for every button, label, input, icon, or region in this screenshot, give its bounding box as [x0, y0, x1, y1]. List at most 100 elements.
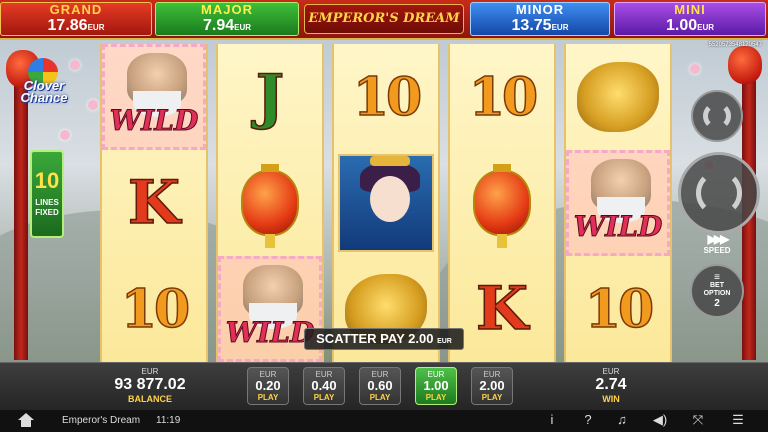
bet-option-value: 2 [714, 298, 720, 309]
spin-button[interactable] [678, 152, 760, 234]
lines-label: LINES FIXED [35, 198, 59, 217]
bet-action: PLAY [257, 393, 279, 402]
jackpot-mini-name: MINI [674, 2, 706, 17]
wild-label: WILD [109, 104, 199, 138]
music-icon[interactable]: ♫ [614, 412, 630, 428]
round-id: 5520573548170547 [708, 42, 762, 48]
reel-4: 10 K [448, 44, 556, 362]
bet-amount: 2.00 [479, 378, 505, 393]
status-clock: 11:19 [156, 415, 181, 426]
bet-action: PLAY [313, 393, 335, 402]
bet-button-3[interactable]: EUR 0.60 PLAY [359, 367, 401, 405]
symbol-geisha [334, 150, 438, 256]
scatter-label: SCATTER PAY [316, 331, 405, 346]
volume-icon[interactable]: ◀) [652, 412, 668, 428]
win-display: EUR 2.74 WIN [586, 367, 636, 404]
jackpot-grand-name: GRAND [49, 2, 103, 17]
jackpot-minor: MINOR 13.75EUR [470, 2, 610, 36]
jackpot-major-name: MAJOR [201, 2, 253, 17]
bet-button-1[interactable]: EUR 0.20 PLAY [247, 367, 289, 405]
wild-icon: WILD [102, 44, 206, 150]
status-game-name: Emperor's Dream [62, 415, 141, 426]
status-bar: Emperor's Dream 11:19 i ? ♫ ◀) ⤧ ☰ [0, 410, 768, 432]
bet-amount: 1.00 [423, 378, 449, 393]
balance-label: BALANCE [128, 394, 172, 404]
jackpot-grand-value: 17.86EUR [47, 17, 105, 34]
reel-3: 10 [332, 44, 440, 362]
blossom-decoration [60, 130, 70, 140]
symbol-10: 10 [102, 256, 206, 362]
symbol-dragon [566, 44, 670, 150]
jackpot-major: MAJOR 7.94EUR [155, 2, 299, 36]
lantern-icon [241, 164, 299, 248]
win-value: 2.74 [595, 376, 627, 393]
balance-currency: EUR [141, 367, 159, 376]
clover-chance-logo: Clover Chance [4, 58, 84, 108]
symbol-10: 10 [566, 256, 670, 362]
home-icon[interactable] [18, 413, 34, 427]
lantern-decoration [728, 46, 762, 84]
bet-option-button[interactable]: ≡ BET OPTION 2 [690, 264, 744, 318]
jackpot-minor-name: MINOR [515, 2, 565, 17]
symbol-wild: WILD [102, 44, 206, 150]
wild-icon: WILD [566, 150, 670, 256]
symbol-wild: WILD [566, 150, 670, 256]
bet-bar: EUR 93 877.02 BALANCE EUR 0.20 PLAY EUR 0.40… [0, 362, 768, 410]
symbol-K-text: K [475, 273, 529, 345]
bet-button-2[interactable]: EUR 0.40 PLAY [303, 367, 345, 405]
win-currency: EUR [602, 367, 620, 376]
jackpot-major-value: 7.94EUR [202, 17, 252, 34]
win-label: WIN [602, 394, 620, 404]
bet-amount: 0.60 [367, 378, 393, 393]
jackpot-minor-value: 13.75EUR [511, 17, 569, 34]
lines-fixed-indicator: 10 LINES FIXED [30, 150, 64, 238]
bet-action: PLAY [369, 393, 391, 402]
jackpot-grand: GRAND 17.86EUR [0, 2, 152, 36]
blossom-decoration [88, 100, 98, 110]
symbol-K: K [450, 256, 554, 362]
bet-amount: 0.40 [311, 378, 337, 393]
bet-amount: 0.20 [255, 378, 281, 393]
balance-value: 93 877.02 [114, 376, 186, 393]
symbol-J-text: J [255, 61, 285, 133]
bet-button-4[interactable]: EUR 1.00 PLAY [415, 367, 457, 405]
info-icon[interactable]: i [544, 412, 560, 428]
game-logo: EMPEROR'S DREAM [304, 4, 464, 34]
menu-icon[interactable]: ☰ [730, 412, 746, 428]
bet-option-label: BET OPTION [703, 282, 731, 297]
jackpot-mini: MINI 1.00EUR [614, 2, 766, 36]
lantern-icon [473, 164, 531, 248]
reel-1: WILD K 10 [100, 44, 208, 362]
jackpot-mini-value: 1.00EUR [665, 17, 715, 34]
bet-button-5[interactable]: EUR 2.00 PLAY [471, 367, 513, 405]
scatter-currency: EUR [437, 338, 452, 345]
reel-2: J WILD [216, 44, 324, 362]
balance-display: EUR 93 877.02 BALANCE [110, 367, 190, 404]
reel-5: WILD 10 [564, 44, 672, 362]
symbol-10-text: 10 [120, 278, 191, 341]
bet-action: PLAY [425, 393, 447, 402]
symbol-K: K [102, 150, 206, 256]
symbol-K-text: K [127, 167, 181, 239]
symbol-lantern [450, 150, 554, 256]
clover-chance-text: Clover Chance [20, 78, 68, 105]
symbol-10-text: 10 [352, 66, 423, 129]
blossom-decoration [690, 64, 700, 74]
geisha-icon [338, 154, 434, 252]
spin-icon [696, 170, 742, 216]
autoplay-button[interactable] [691, 90, 743, 142]
symbol-10: 10 [334, 44, 438, 150]
bet-action: PLAY [481, 393, 503, 402]
lines-count: 10 [34, 168, 60, 193]
symbol-10-text: 10 [584, 278, 655, 341]
speed-label: SPEED [703, 246, 731, 255]
symbol-J: J [218, 44, 322, 150]
symbol-lantern [218, 150, 322, 256]
help-icon[interactable]: ? [580, 412, 596, 428]
symbol-10: 10 [450, 44, 554, 150]
speed-button[interactable]: ▶▶▶ SPEED [700, 232, 734, 255]
fullscreen-icon[interactable]: ⤧ [690, 412, 706, 428]
dragon-icon [577, 62, 659, 132]
autoplay-icon [702, 101, 732, 131]
fast-forward-icon: ▶▶▶ [707, 232, 730, 246]
